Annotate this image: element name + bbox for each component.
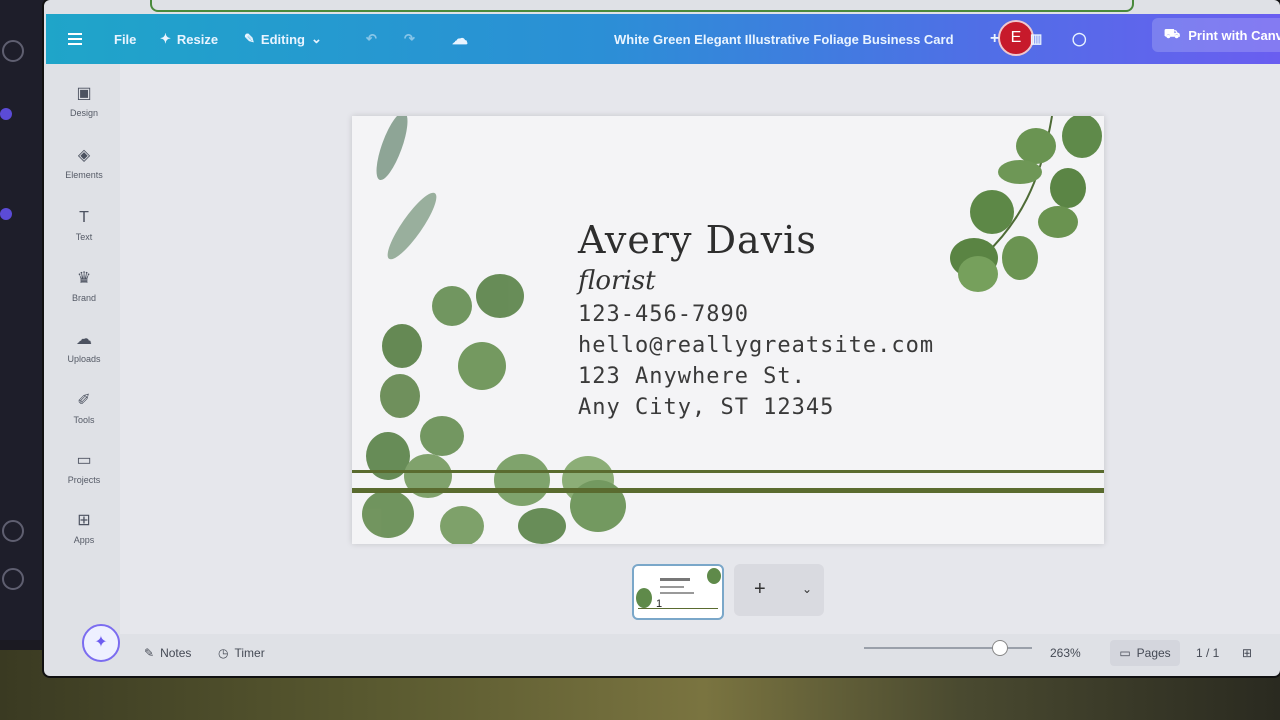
left-sidebar: ▣ Design ◈ Elements T Text ♛ Brand ☁ Upl…	[50, 64, 118, 644]
sidebar-item-design[interactable]: ▣ Design	[50, 84, 118, 118]
print-with-canva-button[interactable]: ⛟ Print with Canva	[1152, 18, 1280, 52]
settings-icon	[2, 568, 24, 590]
editing-mode-dropdown[interactable]: ✎ Editing ⌄	[244, 31, 322, 47]
notification-badge-icon	[0, 208, 12, 220]
business-card-page[interactable]: Avery Davis florist 123-456-7890 hello@r…	[352, 116, 1104, 544]
cloud-check-icon: ☁	[452, 31, 468, 48]
grid-view-button[interactable]: ⊞	[1242, 646, 1252, 660]
card-text-block[interactable]: Avery Davis florist 123-456-7890 hello@r…	[578, 218, 934, 420]
decorative-line	[352, 470, 1104, 473]
design-icon: ▣	[76, 85, 92, 102]
card-phone[interactable]: 123-456-7890	[578, 302, 934, 327]
chevron-down-icon: ⌄	[310, 31, 322, 46]
card-address-line1[interactable]: 123 Anywhere St.	[578, 364, 934, 389]
comment-icon: ◯	[1072, 31, 1087, 46]
timer-button[interactable]: ◷ Timer	[218, 646, 265, 660]
cloud-save-button[interactable]: ☁	[452, 29, 468, 49]
pages-icon: ▭	[1119, 646, 1131, 660]
card-name[interactable]: Avery Davis	[578, 218, 934, 262]
page-number: 1	[656, 598, 663, 610]
undo-button[interactable]: ↶	[366, 31, 377, 47]
pages-button[interactable]: ▭ Pages	[1110, 640, 1180, 666]
decorative-line	[352, 488, 1104, 493]
card-email[interactable]: hello@reallygreatsite.com	[578, 333, 934, 358]
top-toolbar: File ✦ Resize ✎ Editing ⌄ ↶ ↷ ☁ White Gr…	[46, 14, 1280, 64]
hamburger-icon	[68, 30, 82, 48]
uploads-icon: ☁	[76, 331, 92, 348]
page-thumbnail[interactable]	[632, 564, 724, 620]
document-title[interactable]: White Green Elegant Illustrative Foliage…	[614, 32, 954, 47]
grid-icon: ⊞	[1242, 646, 1253, 660]
text-icon: T	[79, 209, 89, 226]
sidebar-item-elements[interactable]: ◈ Elements	[50, 146, 118, 180]
zoom-value[interactable]: 263%	[1050, 646, 1081, 660]
truck-icon: ⛟	[1163, 26, 1181, 41]
thumbnail-preview	[636, 568, 721, 609]
avatar[interactable]: E	[998, 20, 1034, 56]
notes-icon: ✎	[144, 646, 155, 660]
add-page-button[interactable]: + ⌄	[734, 564, 824, 616]
notes-button[interactable]: ✎ Notes	[144, 646, 191, 660]
redo-button[interactable]: ↷	[404, 31, 415, 47]
sidebar-item-tools[interactable]: ✐ Tools	[50, 391, 118, 425]
magic-assistant-button[interactable]: ✦	[82, 624, 120, 662]
insights-button[interactable]: ▥	[1030, 31, 1042, 47]
projects-icon: ▭	[76, 452, 92, 469]
plus-icon: +	[754, 578, 766, 600]
add-collaborator-button[interactable]: +	[990, 30, 999, 48]
sidebar-item-brand[interactable]: ♛ Brand	[50, 269, 118, 303]
comments-button[interactable]: ◯	[1072, 31, 1087, 47]
window-edge	[150, 0, 1134, 12]
undo-icon: ↶	[366, 31, 377, 46]
sidebar-item-projects[interactable]: ▭ Projects	[50, 451, 118, 485]
tools-icon: ✐	[77, 392, 91, 409]
page-counter: 1 / 1	[1196, 646, 1220, 660]
timer-icon: ◷	[218, 646, 229, 660]
circle-icon	[2, 40, 24, 62]
apps-icon: ⊞	[77, 512, 91, 529]
elements-icon: ◈	[77, 147, 91, 164]
sparkle-icon: ✦	[94, 634, 108, 651]
sidebar-item-text[interactable]: T Text	[50, 208, 118, 242]
notification-badge-icon	[0, 108, 12, 120]
file-menu[interactable]: File	[114, 32, 136, 47]
main-menu-button[interactable]	[68, 30, 82, 48]
plus-icon: +	[990, 30, 1000, 47]
brand-icon: ♛	[76, 270, 92, 287]
bar-chart-icon: ▥	[1030, 31, 1043, 46]
card-address-line2[interactable]: Any City, ST 12345	[578, 395, 934, 420]
chevron-down-icon[interactable]: ⌄	[802, 582, 812, 596]
resize-icon: ✦	[160, 31, 171, 46]
bottom-bar: ✎ Notes ◷ Timer 263% ▭ Pages 1 / 1 ⊞	[120, 636, 1280, 672]
resize-button[interactable]: ✦ Resize	[160, 31, 218, 47]
account-icon	[2, 520, 24, 542]
card-role[interactable]: florist	[578, 266, 934, 296]
pencil-icon: ✎	[244, 31, 255, 46]
sidebar-item-apps[interactable]: ⊞ Apps	[50, 511, 118, 545]
redo-icon: ↷	[404, 31, 415, 46]
zoom-slider-handle[interactable]	[992, 640, 1008, 656]
sidebar-item-uploads[interactable]: ☁ Uploads	[50, 330, 118, 364]
